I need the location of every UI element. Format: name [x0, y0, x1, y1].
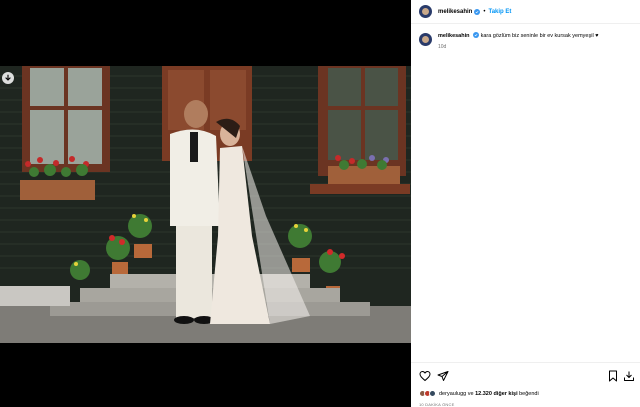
- download-tray-icon[interactable]: [623, 369, 635, 381]
- instagram-post-viewer: melikesahin • Takip Et melikesahin kara …: [0, 0, 640, 407]
- author-username[interactable]: melikesahin: [438, 9, 472, 15]
- likes-text: deryaulugg ve 12.320 diğer kişi beğendi: [439, 391, 539, 397]
- likes-summary: deryaulugg ve 12.320 diğer kişi beğendi: [419, 390, 539, 397]
- follow-button[interactable]: Takip Et: [488, 9, 511, 15]
- post-time-ago: 10 DAKİKA ÖNCE: [419, 402, 455, 407]
- verified-badge-icon: [474, 8, 481, 15]
- post-header: melikesahin • Takip Et: [411, 0, 640, 24]
- caption-author-avatar[interactable]: [419, 33, 432, 46]
- post-media-panel: [0, 0, 411, 407]
- caption-timestamp: 10d: [438, 44, 447, 50]
- caption-verified-badge-icon: [473, 32, 480, 38]
- post-actions-bar: deryaulugg ve 12.320 diğer kişi beğendi …: [411, 362, 640, 407]
- caption-text-line: melikesahin kara gözlüm biz seninle bir …: [438, 32, 598, 40]
- paper-plane-icon[interactable]: [437, 369, 449, 381]
- post-caption: melikesahin kara gözlüm biz seninle bir …: [419, 32, 634, 50]
- post-sidebar: melikesahin • Takip Et melikesahin kara …: [411, 0, 640, 407]
- liker-avatar[interactable]: [429, 390, 436, 397]
- liker-username[interactable]: deryaulugg: [439, 391, 466, 397]
- caption-username[interactable]: melikesahin: [438, 33, 470, 39]
- author-avatar[interactable]: [419, 5, 432, 18]
- likes-suffix: beğendi: [517, 390, 539, 397]
- bookmark-icon[interactable]: [607, 369, 619, 382]
- caption-body: melikesahin kara gözlüm biz seninle bir …: [438, 32, 598, 50]
- caption-text: kara gözlüm biz seninle bir ev kursak ye…: [480, 33, 599, 39]
- post-photo[interactable]: [0, 66, 411, 343]
- likes-conjunction: ve: [466, 390, 476, 397]
- likes-count[interactable]: 12.320 diğer kişi: [475, 391, 518, 397]
- download-icon[interactable]: [2, 72, 14, 84]
- wedding-photo-image: [0, 66, 411, 343]
- heart-icon[interactable]: [419, 369, 431, 382]
- separator-dot: •: [483, 8, 486, 15]
